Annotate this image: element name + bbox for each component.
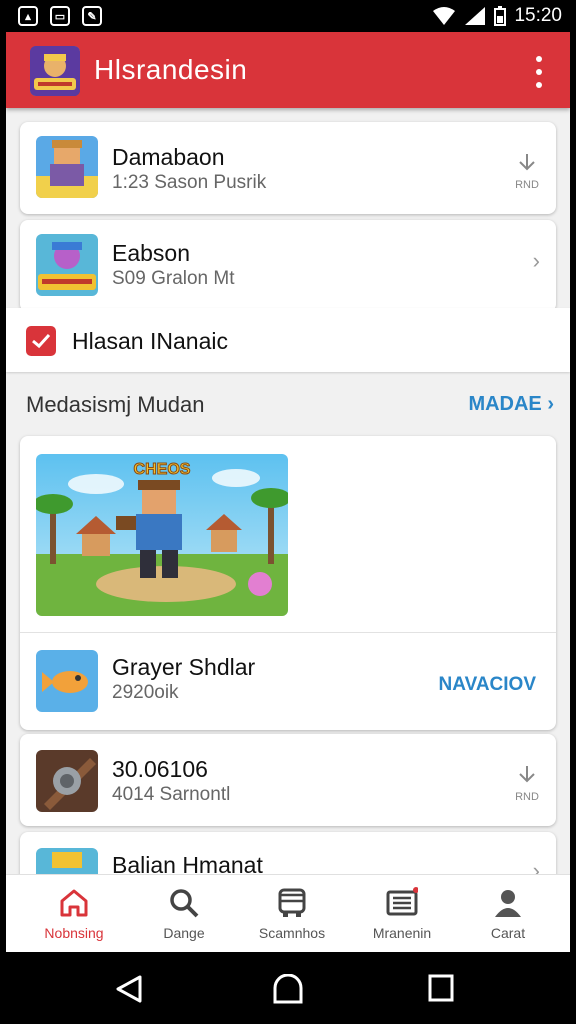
battery-icon	[494, 6, 507, 26]
item-title: 30.06106	[112, 756, 208, 782]
download-icon[interactable]: RND	[510, 152, 544, 191]
system-navigation-bar	[0, 952, 576, 1024]
status-bar: ▴ ▭ ✎ 15:20	[0, 0, 576, 32]
nav-item-profile[interactable]: Carat	[452, 875, 564, 952]
section-title: Medasismj Mudan	[26, 392, 205, 417]
home-icon	[60, 889, 88, 917]
nav-item-bus[interactable]: Scamnhos	[236, 875, 348, 952]
nav-item-home[interactable]: Nobnsing	[18, 875, 130, 952]
home-button-icon[interactable]	[272, 974, 304, 1004]
game-thumbnail	[36, 650, 98, 712]
banner-logo-text: CHEOS	[134, 461, 191, 478]
game-thumbnail	[36, 136, 98, 198]
item-subtitle: 2920oik	[112, 682, 179, 703]
see-more-link[interactable]: MADAE ›	[468, 393, 554, 416]
featured-banner[interactable]: CHEOS	[36, 454, 288, 616]
game-thumbnail	[36, 750, 98, 812]
app-notification-icon: ✎	[82, 6, 102, 26]
app-logo	[30, 46, 80, 96]
clock: 15:20	[514, 5, 562, 26]
app-title: Hlsrandesin	[94, 54, 248, 85]
checkbox-label: Hlasan INanaic	[72, 328, 228, 354]
list-item[interactable]: Damabaon 1:23 Sason Pusrik RND	[20, 122, 556, 214]
download-label: RND	[515, 179, 539, 191]
nav-label: Nobnsing	[44, 925, 104, 941]
message-icon: ▭	[50, 6, 70, 26]
game-thumbnail	[36, 234, 98, 296]
overflow-menu-icon[interactable]	[530, 56, 548, 88]
divider	[20, 632, 556, 633]
recents-icon[interactable]	[428, 974, 454, 1002]
download-icon[interactable]: RND	[510, 764, 544, 803]
bus-icon	[278, 888, 306, 917]
download-label: RND	[515, 791, 539, 803]
nav-item-search[interactable]: Dange	[128, 875, 240, 952]
nav-label: Scamnhos	[258, 925, 326, 941]
nav-label: Dange	[163, 925, 205, 941]
app-screen: Hlsrandesin Damabaon 1:23 Sason Pusrik R…	[6, 32, 570, 952]
item-subtitle: 1:23 Sason Pusrik	[112, 172, 267, 193]
notification-icon: ▴	[18, 6, 38, 26]
item-subtitle: S09 Gralon Mt	[112, 268, 235, 289]
checkbox[interactable]	[26, 326, 56, 356]
item-subtitle: 4014 Sarnontl	[112, 784, 231, 805]
nav-label: Mranenin	[372, 925, 432, 941]
action-link[interactable]: NAVACIOV	[439, 674, 536, 696]
item-title: Eabson	[112, 240, 191, 266]
list-item[interactable]: Eabson S09 Gralon Mt ›	[20, 220, 556, 312]
item-title: Damabaon	[112, 144, 225, 170]
bottom-navigation: Nobnsing Dange Scamnhos Mranenin Carat	[6, 874, 570, 952]
signal-icon	[465, 7, 486, 25]
list-item[interactable]: 30.06106 4014 Sarnontl RND	[20, 734, 556, 826]
wifi-icon	[433, 7, 456, 25]
item-title: Grayer Shdlar	[112, 654, 256, 680]
checkbox-row[interactable]: Hlasan INanaic	[6, 308, 570, 372]
nav-label: Carat	[490, 925, 526, 941]
search-icon	[170, 889, 199, 918]
chevron-right-icon[interactable]: ›	[533, 248, 540, 274]
back-icon[interactable]	[114, 974, 144, 1004]
app-bar: Hlsrandesin	[6, 32, 570, 108]
see-more-label: MADAE	[468, 393, 542, 415]
nav-item-news[interactable]: Mranenin	[346, 875, 458, 952]
person-icon	[495, 890, 521, 917]
news-icon	[386, 887, 418, 916]
